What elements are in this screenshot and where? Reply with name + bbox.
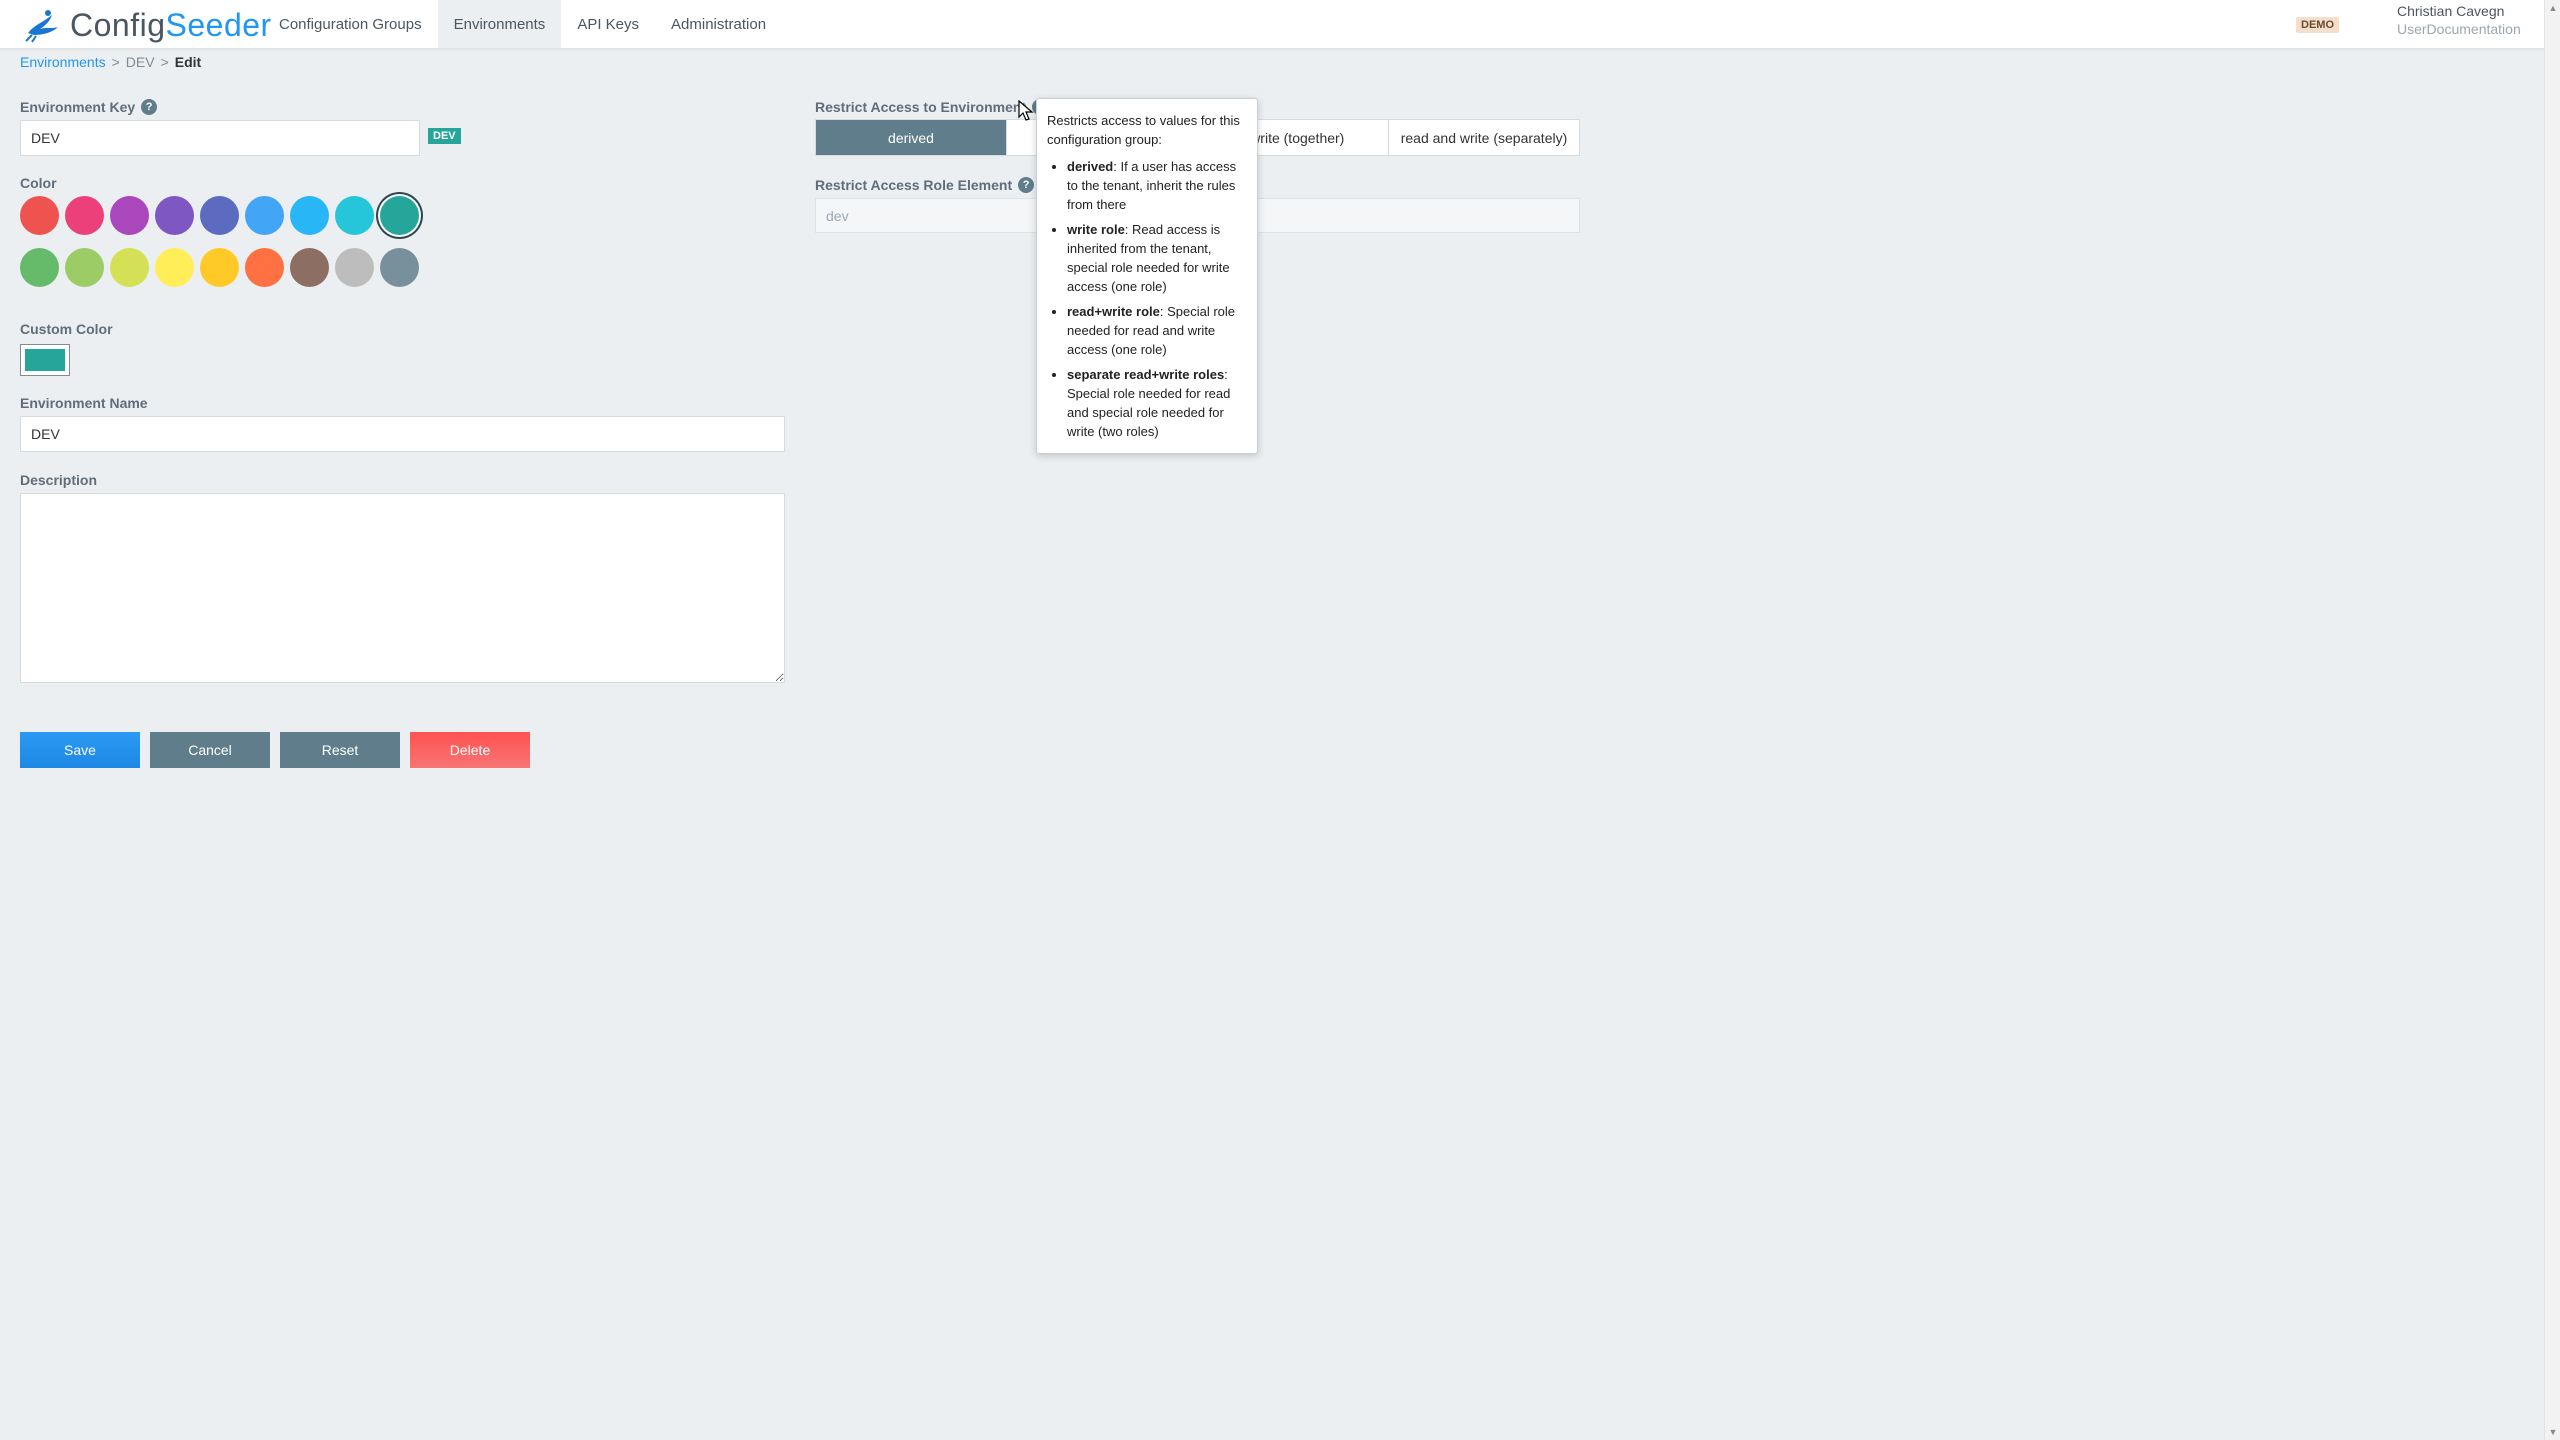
user-context: UserDocumentation bbox=[2397, 21, 2521, 37]
custom-color-fill bbox=[25, 349, 65, 371]
delete-button[interactable]: Delete bbox=[410, 732, 530, 768]
custom-color-label: Custom Color bbox=[20, 320, 113, 338]
env-name-label-text: Environment Name bbox=[20, 395, 148, 411]
mouse-pointer-icon bbox=[1018, 100, 1034, 121]
env-name-label: Environment Name bbox=[20, 394, 148, 412]
tooltip-intro: Restricts access to values for this conf… bbox=[1047, 113, 1240, 147]
tooltip-term: derived bbox=[1067, 159, 1114, 174]
tooltip-list: derived: If a user has access to the ten… bbox=[1047, 157, 1247, 441]
top-navigation-bar: ConfigSeeder Configuration Groups Enviro… bbox=[0, 0, 2544, 49]
tooltip-term: separate read+write roles bbox=[1067, 367, 1225, 382]
color-swatch[interactable] bbox=[200, 196, 239, 235]
env-key-badge: DEV bbox=[428, 128, 461, 144]
restrict-access-label-text: Restrict Access to Environment bbox=[815, 99, 1027, 115]
breadcrumb: Environments > DEV > Edit bbox=[20, 53, 201, 71]
breadcrumb-environments[interactable]: Environments bbox=[20, 54, 106, 70]
nav-configuration-groups[interactable]: Configuration Groups bbox=[263, 0, 438, 48]
description-label-text: Description bbox=[20, 472, 98, 488]
color-swatch[interactable] bbox=[380, 248, 419, 287]
tooltip-item: read+write role: Special role needed for… bbox=[1067, 302, 1247, 359]
logo-word-seeder: Seeder bbox=[165, 7, 272, 43]
description-textarea[interactable] bbox=[20, 493, 785, 683]
color-swatch[interactable] bbox=[200, 248, 239, 287]
color-swatch[interactable] bbox=[335, 196, 374, 235]
main-nav: Configuration Groups Environments API Ke… bbox=[263, 0, 782, 48]
user-menu[interactable]: Christian Cavegn UserDocumentation bbox=[2397, 2, 2537, 38]
description-label: Description bbox=[20, 471, 97, 489]
color-swatch[interactable] bbox=[245, 196, 284, 235]
breadcrumb-dev[interactable]: DEV bbox=[126, 54, 155, 70]
nav-administration[interactable]: Administration bbox=[655, 0, 782, 48]
nav-environments[interactable]: Environments bbox=[437, 0, 562, 48]
page-scrollbar[interactable]: ▲ ▼ bbox=[2544, 0, 2560, 1440]
color-swatch[interactable] bbox=[245, 248, 284, 287]
role-element-value: dev bbox=[826, 207, 849, 224]
tooltip-item: write role: Read access is inherited fro… bbox=[1067, 220, 1247, 296]
color-swatch[interactable] bbox=[65, 248, 104, 287]
scroll-up-arrow-icon[interactable]: ▲ bbox=[2548, 3, 2558, 13]
color-swatch[interactable] bbox=[155, 196, 194, 235]
color-label-text: Color bbox=[20, 175, 57, 191]
color-swatch[interactable] bbox=[335, 248, 374, 287]
color-label: Color bbox=[20, 174, 57, 192]
reset-button[interactable]: Reset bbox=[280, 732, 400, 768]
tooltip-term: write role bbox=[1067, 222, 1125, 237]
custom-color-picker[interactable] bbox=[20, 344, 70, 376]
env-key-input[interactable]: DEV bbox=[20, 120, 420, 156]
role-element-help-icon[interactable]: ? bbox=[1018, 177, 1035, 193]
color-swatch[interactable] bbox=[290, 248, 329, 287]
env-key-label-text: Environment Key bbox=[20, 99, 136, 115]
color-swatch[interactable] bbox=[290, 196, 329, 235]
access-option-read-and-write-separately[interactable]: read and write (separately) bbox=[1389, 120, 1579, 155]
app-logo[interactable]: ConfigSeeder bbox=[22, 4, 272, 46]
breadcrumb-separator: > bbox=[160, 54, 169, 70]
role-element-label: Restrict Access Role Element ? bbox=[815, 176, 1035, 194]
tooltip-term: read+write role bbox=[1067, 304, 1160, 319]
env-name-input[interactable]: DEV bbox=[20, 416, 785, 452]
save-button[interactable]: Save bbox=[20, 732, 140, 768]
logo-word-config: Config bbox=[70, 7, 166, 43]
breadcrumb-current: Edit bbox=[174, 54, 202, 70]
color-swatch[interactable] bbox=[20, 248, 59, 287]
color-swatch[interactable] bbox=[20, 196, 59, 235]
user-name: Christian Cavegn bbox=[2397, 3, 2505, 19]
env-key-help-icon[interactable]: ? bbox=[141, 99, 158, 115]
access-option-derived[interactable]: derived bbox=[816, 120, 1007, 155]
restrict-access-label: Restrict Access to Environment ? bbox=[815, 98, 1049, 116]
color-swatch[interactable] bbox=[65, 196, 104, 235]
custom-color-label-text: Custom Color bbox=[20, 321, 113, 337]
color-swatch[interactable] bbox=[380, 196, 419, 235]
tooltip-item: derived: If a user has access to the ten… bbox=[1067, 157, 1247, 214]
color-swatch[interactable] bbox=[110, 248, 149, 287]
env-name-value: DEV bbox=[31, 426, 60, 442]
scroll-down-arrow-icon[interactable]: ▼ bbox=[2548, 1427, 2558, 1437]
color-swatch[interactable] bbox=[110, 196, 149, 235]
color-swatch[interactable] bbox=[155, 248, 194, 287]
restrict-access-tooltip: Restricts access to values for this conf… bbox=[1036, 98, 1258, 454]
demo-badge: DEMO bbox=[2296, 17, 2339, 33]
env-key-value: DEV bbox=[31, 130, 60, 146]
env-key-label: Environment Key ? bbox=[20, 98, 158, 116]
cancel-button[interactable]: Cancel bbox=[150, 732, 270, 768]
seeder-bird-icon bbox=[25, 10, 58, 43]
nav-api-keys[interactable]: API Keys bbox=[561, 0, 655, 48]
tooltip-item: separate read+write roles: Special role … bbox=[1067, 365, 1247, 441]
logo-wordmark: ConfigSeeder bbox=[70, 4, 272, 46]
breadcrumb-separator: > bbox=[111, 54, 120, 70]
role-element-label-text: Restrict Access Role Element bbox=[815, 177, 1013, 193]
